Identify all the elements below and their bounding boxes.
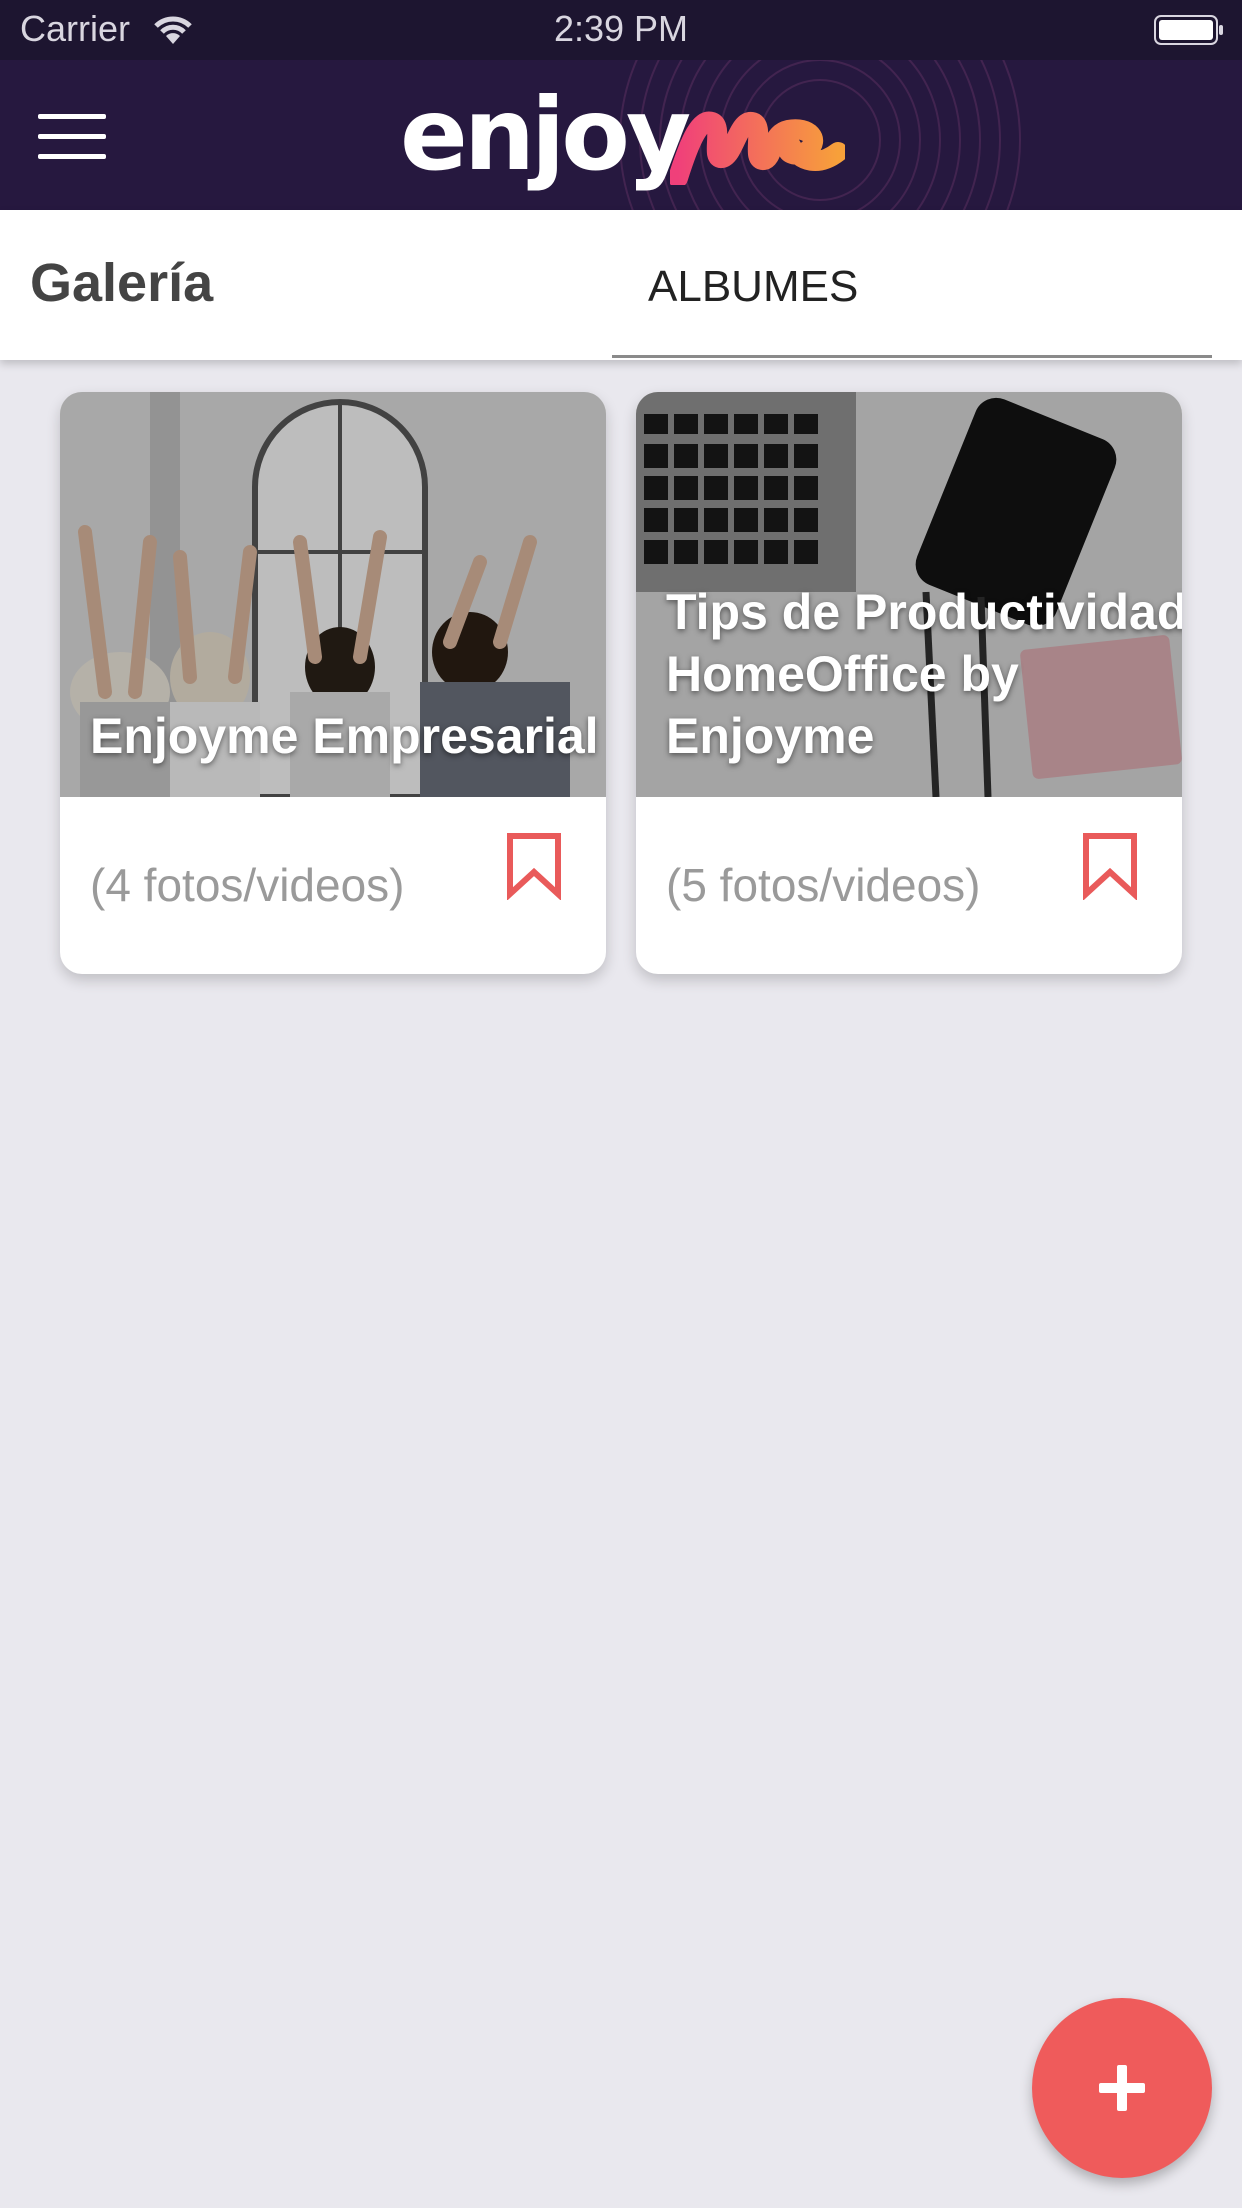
album-cover-image: Enjoyme Empresarial (60, 392, 606, 797)
add-album-button[interactable] (1032, 1998, 1212, 2178)
tab-albumes-label: ALBUMES (648, 262, 859, 311)
status-time: 2:39 PM (553, 8, 689, 49)
album-cover-image: Tips de Productividad HomeOffice by Enjo… (636, 392, 1182, 797)
album-title-line: Enjoyme (666, 708, 875, 764)
album-title: Tips de Productividad HomeOffice by Enjo… (666, 581, 1182, 767)
enjoyme-logo: enjoy (400, 80, 860, 200)
album-title-line: Tips de Productividad (666, 584, 1182, 640)
album-count: (5 fotos/videos) (666, 859, 981, 911)
tab-indicator (612, 355, 1212, 358)
logo-text: enjoy (400, 76, 691, 193)
logo-me-mark (670, 111, 845, 185)
status-bar: Carrier 2:39 PM (0, 0, 1242, 60)
page-title: Galería (30, 253, 214, 313)
app-header: enjoy (0, 60, 1242, 210)
tab-bar: Galería ALBUMES (0, 210, 1242, 360)
album-count: (4 fotos/videos) (90, 859, 405, 911)
tab-albumes[interactable]: ALBUMES (612, 210, 1212, 358)
album-card[interactable]: Enjoyme Empresarial (4 fotos/videos) (60, 392, 606, 974)
album-card[interactable]: Tips de Productividad HomeOffice by Enjo… (636, 392, 1182, 974)
battery-icon (1154, 15, 1223, 45)
hamburger-menu-icon[interactable] (38, 108, 110, 166)
album-title: Enjoyme Empresarial (90, 708, 599, 764)
bookmark-icon[interactable] (1080, 832, 1140, 900)
bookmark-icon[interactable] (504, 832, 564, 900)
album-title-line: HomeOffice by (666, 646, 1019, 702)
